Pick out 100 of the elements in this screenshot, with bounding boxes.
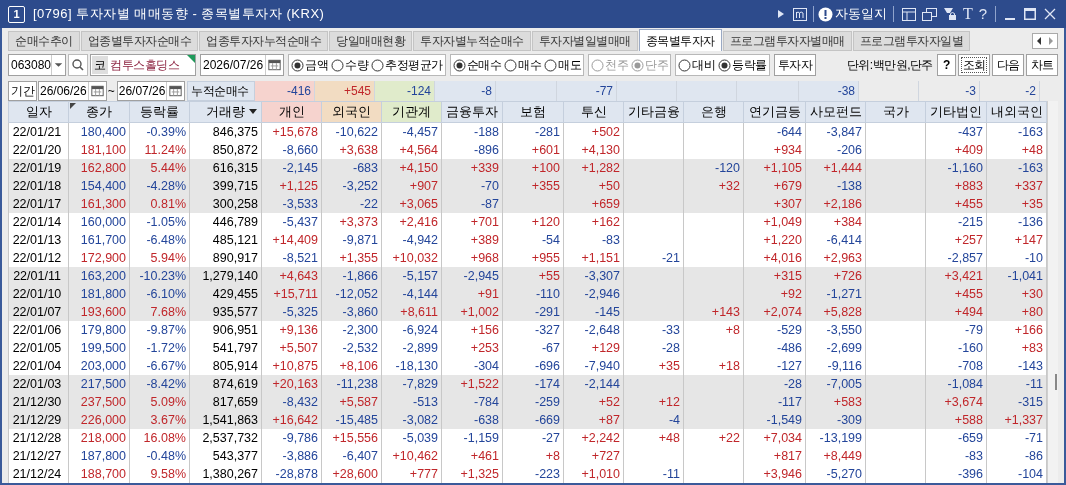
column-header[interactable]: 기관계 — [381, 101, 442, 122]
tab[interactable]: 투자자별누적순매수 — [413, 31, 531, 51]
table-cell: -28,878 — [261, 464, 322, 483]
table-cell: +3,373 — [321, 212, 382, 231]
table-cell: -4,457 — [381, 122, 442, 141]
date-field[interactable]: 2026/07/26 — [200, 54, 285, 76]
stock-code-field[interactable]: 063080 — [8, 54, 66, 76]
table-cell: -5,437 — [261, 212, 322, 231]
table-cell: 0.81% — [129, 194, 190, 213]
radio-icon[interactable] — [678, 58, 692, 72]
calendar-icon[interactable] — [166, 82, 185, 100]
radio-icon[interactable] — [504, 58, 518, 72]
tab[interactable]: 당일매매현황 — [329, 31, 412, 51]
radio-icon[interactable] — [718, 58, 732, 72]
radio-icon[interactable] — [371, 58, 385, 72]
table-cell: -1,084 — [925, 374, 987, 393]
radio-option[interactable]: 금액 — [291, 56, 329, 74]
radio-option[interactable]: 추정평균가 — [371, 56, 443, 74]
table-cell: +3,638 — [321, 140, 382, 159]
column-header[interactable]: 은행 — [683, 101, 744, 122]
table-cell: -10.23% — [129, 266, 190, 285]
memo-icon[interactable] — [792, 7, 807, 21]
scrollbar[interactable] — [1047, 101, 1058, 483]
table-cell: 22/01/17 — [8, 194, 69, 213]
table-cell: -2,945 — [441, 266, 503, 285]
table-cell: +12 — [623, 392, 684, 411]
table-cell: -27 — [502, 428, 564, 447]
tab[interactable]: 프로그램투자자일별 — [852, 31, 970, 51]
table-cell: -315 — [986, 392, 1047, 411]
table-cell: 22/01/11 — [8, 266, 69, 285]
table-cell: -8,521 — [261, 248, 322, 267]
table-cell: +52 — [563, 392, 624, 411]
column-header[interactable]: 기타금융 — [623, 101, 684, 122]
table-cell: +1,325 — [441, 464, 503, 483]
radio-option[interactable]: 수량 — [331, 56, 369, 74]
layout-icon[interactable] — [901, 7, 916, 21]
text-size-button[interactable]: T — [962, 2, 973, 26]
windows-icon[interactable] — [921, 7, 937, 21]
column-header[interactable]: 종가 — [68, 101, 130, 122]
table-cell: +1,522 — [441, 374, 503, 393]
table-cell: +35 — [623, 356, 684, 375]
toolbar-button[interactable]: 조회 — [958, 54, 990, 76]
date-field[interactable]: 26/06/26 — [38, 81, 107, 101]
tab[interactable]: 업종별투자자순매수 — [80, 31, 198, 51]
help-button[interactable]: ? — [978, 2, 987, 26]
column-header[interactable]: 금융투자 — [441, 101, 503, 122]
radio-option[interactable]: 순매수 — [452, 56, 502, 74]
calendar-icon[interactable] — [265, 55, 284, 75]
tab[interactable]: 업종투자자누적순매수 — [199, 31, 328, 51]
calendar-icon[interactable] — [87, 82, 106, 100]
scroll-thumb[interactable] — [1055, 374, 1057, 390]
column-header[interactable]: 내외국인 — [986, 101, 1047, 122]
maximize-icon[interactable] — [1024, 8, 1036, 20]
radio-option[interactable]: 매수 — [504, 56, 542, 74]
lock-icon[interactable] — [942, 7, 957, 21]
radio-icon[interactable] — [291, 58, 305, 72]
column-header[interactable]: 외국인 — [321, 101, 382, 122]
column-header[interactable]: 국가 — [865, 101, 926, 122]
tab[interactable]: 투자자별일별매매 — [531, 31, 638, 51]
radio-option[interactable]: 대비 — [678, 56, 716, 74]
toolbar-button[interactable]: ? — [937, 54, 956, 76]
radio-icon[interactable] — [544, 58, 558, 72]
column-header[interactable]: 거래량 — [189, 101, 262, 122]
column-header[interactable]: 투신 — [563, 101, 624, 122]
table-cell: +20,163 — [261, 374, 322, 393]
corner-mark-icon[interactable] — [187, 55, 195, 63]
radio-icon[interactable] — [331, 58, 345, 72]
radio-option[interactable]: 매도 — [544, 56, 582, 74]
column-header[interactable]: 기타법인 — [925, 101, 987, 122]
column-header[interactable]: 일자 — [8, 101, 69, 122]
summary-cell: -77 — [557, 81, 617, 101]
dropdown-icon[interactable] — [248, 108, 258, 116]
summary-cell — [617, 81, 677, 101]
alert-icon[interactable] — [817, 6, 833, 22]
sort-corner-icon[interactable] — [70, 103, 76, 109]
tab[interactable]: 종목별투자자 — [638, 29, 722, 51]
table-cell: 22/01/19 — [8, 158, 69, 177]
radio-option[interactable]: 등락률 — [718, 56, 767, 74]
table-cell: 543,377 — [189, 446, 262, 465]
tab[interactable]: 순매수추이 — [8, 31, 80, 51]
auto-log-button[interactable]: 자동일지 — [817, 4, 887, 24]
column-header[interactable]: 등락률 — [129, 101, 190, 122]
column-header[interactable]: 사모펀드 — [805, 101, 866, 122]
column-header[interactable]: 보험 — [502, 101, 564, 122]
toolbar-button[interactable]: 다음 — [992, 54, 1024, 76]
table-cell: -15,485 — [321, 410, 382, 429]
tab[interactable]: 프로그램투자자별매매 — [722, 31, 852, 51]
column-header[interactable]: 연기금등 — [743, 101, 806, 122]
date-field[interactable]: 26/07/26 — [116, 81, 186, 101]
investor-button[interactable]: 투자자 — [773, 54, 817, 76]
table-cell: +4,643 — [261, 266, 322, 285]
close-icon[interactable] — [1044, 8, 1056, 20]
play-icon[interactable] — [776, 9, 785, 19]
column-header[interactable]: 개인 — [261, 101, 322, 122]
toolbar-button[interactable]: 차트 — [1026, 54, 1058, 76]
radio-icon[interactable] — [452, 58, 466, 72]
window-title: [0796] 투자자별 매매동향 - 종목별투자자 (KRX) — [33, 5, 325, 24]
table-cell: +15,711 — [261, 284, 322, 303]
search-icon[interactable] — [68, 54, 88, 76]
table-cell: 2,537,732 — [189, 428, 262, 447]
